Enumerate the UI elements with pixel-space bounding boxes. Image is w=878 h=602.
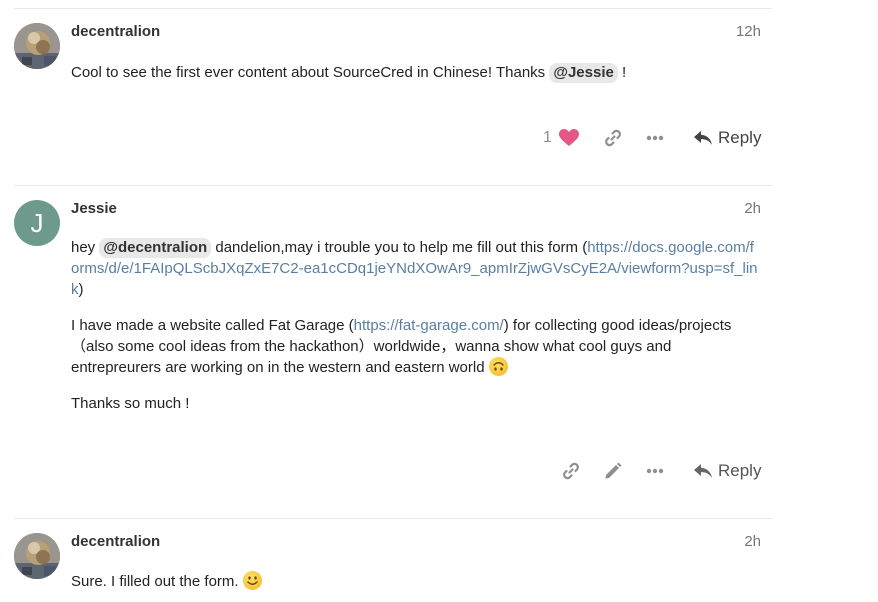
mention-link[interactable]: @Jessie [549, 63, 618, 83]
body-text: hey [71, 239, 100, 256]
copy-link-button[interactable] [602, 126, 624, 150]
post-time[interactable]: 12h [736, 23, 761, 40]
link-icon [605, 129, 621, 147]
avatar[interactable] [14, 23, 60, 69]
body-text: I have made a website called Fat Garage … [71, 317, 354, 334]
reply-icon [694, 130, 712, 145]
more-icon [646, 468, 664, 474]
slightly-smiling-face-emoji [242, 571, 262, 590]
divider-top [14, 8, 772, 9]
copy-link-button[interactable] [560, 459, 582, 483]
mention-link[interactable]: @decentralion [99, 238, 212, 258]
reply-button[interactable]: Reply [694, 460, 761, 482]
avatar[interactable]: J [14, 200, 60, 246]
reply-icon [694, 463, 712, 478]
body-text: Sure. I filled out the form. [71, 573, 243, 590]
reply-label: Reply [718, 461, 762, 480]
heart-icon [558, 129, 579, 146]
reply-button[interactable]: Reply [694, 127, 761, 149]
post-time[interactable]: 2h [744, 200, 761, 217]
post-author[interactable]: decentralion [71, 533, 160, 550]
post-body: Sure. I filled out the form. [71, 571, 761, 592]
body-text: Thanks so much ! [71, 395, 190, 412]
avatar-image [14, 533, 60, 579]
fat-garage-link[interactable]: https://fat-garage.com/ [354, 317, 504, 334]
post-author[interactable]: Jessie [71, 200, 117, 217]
edit-button[interactable] [602, 459, 624, 483]
more-icon [646, 135, 664, 141]
more-actions-button[interactable] [644, 459, 666, 483]
avatar-image [14, 23, 60, 69]
like-count: 1 [543, 129, 552, 146]
body-text: ) [78, 281, 84, 298]
upside-down-face-icon [492, 362, 504, 371]
body-text: dandelion,may i trouble you to help me f… [211, 239, 588, 256]
smiling-face-icon [247, 576, 258, 585]
divider-post-2 [14, 518, 772, 519]
divider-post-1 [14, 185, 772, 186]
post-body: hey @decentralion dandelion,may i troubl… [71, 237, 761, 429]
pencil-icon [605, 462, 622, 479]
post-time[interactable]: 2h [744, 533, 761, 550]
upside-down-face-emoji [488, 357, 508, 376]
body-text: Cool to see the first ever content about… [71, 64, 550, 81]
body-text: ! [617, 64, 627, 81]
post-author[interactable]: decentralion [71, 23, 160, 40]
reply-label: Reply [718, 128, 762, 147]
more-actions-button[interactable] [644, 126, 666, 150]
like-button[interactable]: 1 [543, 126, 579, 150]
post-body: Cool to see the first ever content about… [71, 62, 761, 83]
avatar[interactable] [14, 533, 60, 579]
avatar-letter: J [30, 208, 44, 238]
link-icon [563, 462, 579, 480]
